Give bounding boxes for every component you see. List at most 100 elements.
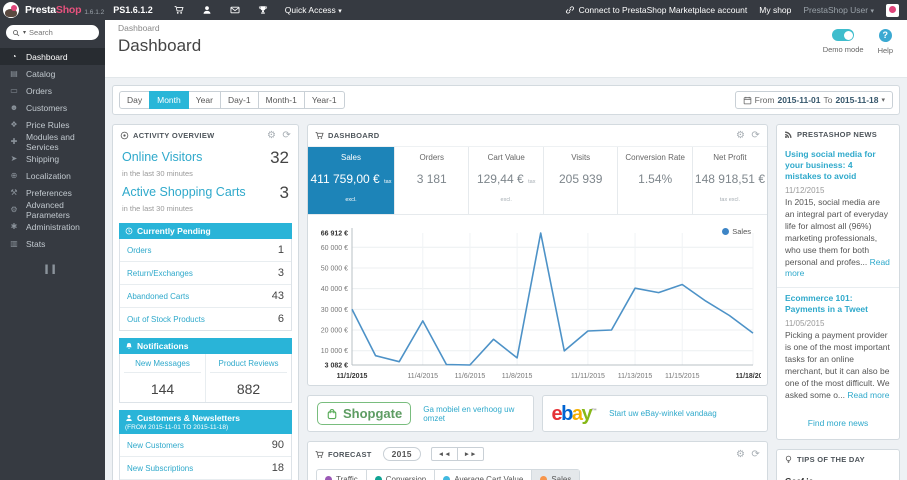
list-item[interactable]: Out of Stock Products 6 — [120, 308, 291, 330]
kpi-sales[interactable]: Sales 411 759,00 € tax excl. — [308, 147, 394, 214]
filter-year-1-button[interactable]: Year-1 — [303, 91, 345, 109]
ebay-ad-link[interactable]: Start uw eBay-winkel vandaag — [609, 409, 717, 418]
shopgate-ad-link[interactable]: Ga mobiel en verhoog uw omzet — [423, 405, 523, 423]
online-visitors-link[interactable]: Online Visitors — [122, 150, 202, 164]
active-carts-link[interactable]: Active Shopping Carts — [122, 185, 246, 199]
trophy-icon[interactable] — [258, 5, 268, 15]
activity-overview-panel: ACTIVITY OVERVIEW ⚙ ⟳ Online Visitors 32 i… — [112, 124, 299, 480]
filter-year-button[interactable]: Year — [187, 91, 221, 109]
svg-text:11/1/2015: 11/1/2015 — [337, 373, 368, 380]
kpi-conversion-rate[interactable]: Conversion Rate 1.54% — [617, 147, 691, 214]
filter-day-1-button[interactable]: Day-1 — [219, 91, 259, 109]
demo-mode-toggle[interactable] — [832, 29, 855, 41]
search-input[interactable] — [29, 28, 93, 37]
news-article-title[interactable]: Using social media for your business: 4 … — [785, 149, 891, 182]
forecast-toggle-traffic[interactable]: Traffic — [317, 470, 366, 480]
forecast-toggle-average-cart-value[interactable]: Average Cart Value — [434, 470, 531, 480]
customers-icon: ☻ — [9, 103, 19, 112]
sidebar-collapse-button[interactable]: ▍▍ — [0, 265, 105, 274]
product-reviews-stat[interactable]: Product Reviews 882 — [205, 354, 291, 402]
kpi-net-profit[interactable]: Net Profit 148 918,51 € tax excl. — [691, 147, 767, 214]
forecast-prev-button[interactable]: ◄◄ — [430, 447, 458, 461]
list-item[interactable]: Orders 1 — [120, 239, 291, 262]
sidebar-item-customers[interactable]: ☻ Customers — [0, 99, 105, 116]
user-menu[interactable]: PrestaShop User ▾ — [803, 5, 874, 15]
help-icon[interactable]: ? — [878, 29, 892, 42]
rss-icon — [784, 130, 793, 139]
sales-chart-svg[interactable]: 3 082 € 10 000 € 20 000 € 30 000 € 40 000 € 5… — [312, 223, 761, 385]
shipping-icon: ➤ — [10, 154, 18, 163]
online-visitors-sub: in the last 30 minutes — [122, 169, 193, 178]
sidebar-item-administration[interactable]: ✱ Administration — [0, 218, 105, 235]
help-label: Help — [877, 46, 893, 55]
news-article-title[interactable]: Ecommerce 101: Payments in a Tweet — [785, 293, 891, 315]
customers-icon[interactable] — [202, 5, 212, 15]
forecast-next-button[interactable]: ►► — [456, 447, 484, 461]
page-header: Dashboard Dashboard Demo mode ? Help — [105, 20, 907, 78]
gear-icon[interactable]: ⚙ — [736, 130, 745, 141]
sidebar-item-localization[interactable]: ⊕ Localization — [0, 167, 105, 184]
currently-pending-list: Orders 1 Return/Exchanges 3 Abandoned Cart… — [119, 239, 292, 331]
prestashop-news-panel: PRESTASHOP NEWS Using social media for y… — [776, 124, 900, 440]
prestashop-logo[interactable] — [3, 2, 19, 18]
kpi-orders[interactable]: Orders 3 181 — [393, 147, 468, 214]
active-carts-value: 3 — [279, 183, 289, 202]
forecast-toggle-conversion[interactable]: Conversion — [365, 470, 434, 480]
gear-icon[interactable]: ⚙ — [736, 449, 745, 460]
sidebar-item-dashboard[interactable]: ◔ Dashboard — [0, 48, 105, 65]
new-messages-stat[interactable]: New Messages 144 — [120, 354, 205, 402]
read-more-link[interactable]: Read more — [847, 390, 889, 400]
brand: PrestaShop — [25, 4, 82, 16]
refresh-icon[interactable]: ⟳ — [282, 130, 291, 141]
news-article-excerpt: Picking a payment provider is one of the… — [785, 330, 890, 400]
sidebar-item-modules[interactable]: ✚ Modules and Services — [0, 132, 105, 152]
localization-icon: ⊕ — [10, 171, 18, 180]
svg-text:11/11/2015: 11/11/2015 — [571, 373, 605, 380]
list-item[interactable]: Return/Exchanges 3 — [120, 262, 291, 285]
svg-text:11/18/2015: 11/18/2015 — [736, 373, 761, 380]
cart-icon[interactable] — [174, 5, 184, 15]
quick-access-menu[interactable]: Quick Access ▾ — [285, 5, 342, 15]
marketplace-link[interactable]: Connect to PrestaShop Marketplace accoun… — [565, 5, 747, 15]
currently-pending-header: Currently Pending — [119, 223, 292, 239]
user-avatar[interactable] — [886, 3, 899, 17]
preferences-icon: ⚒ — [10, 188, 18, 197]
caret-down-icon[interactable]: ▾ — [23, 29, 26, 36]
bell-icon — [125, 342, 133, 350]
refresh-icon[interactable]: ⟳ — [751, 449, 760, 460]
sidebar-item-preferences[interactable]: ⚒ Preferences — [0, 184, 105, 201]
shopgate-logo: Shopgate — [317, 402, 412, 425]
caret-down-icon: ▾ — [338, 8, 342, 15]
my-shop-link[interactable]: My shop — [759, 5, 791, 15]
brand-shop: Shop — [55, 4, 82, 16]
list-item[interactable]: New Customers 90 — [120, 434, 291, 457]
filter-day-button[interactable]: Day — [119, 91, 151, 109]
refresh-icon[interactable]: ⟳ — [751, 130, 760, 141]
filter-month-button[interactable]: Month — [149, 91, 189, 109]
messages-icon[interactable] — [230, 5, 240, 15]
orders-icon: ▭ — [10, 86, 18, 95]
forecast-toggle-sales[interactable]: Sales — [531, 470, 580, 480]
sidebar-item-price-rules[interactable]: ❖ Price Rules — [0, 116, 105, 133]
list-item[interactable]: New Subscriptions 18 — [120, 457, 291, 480]
sidebar-item-orders[interactable]: ▭ Orders — [0, 82, 105, 99]
sidebar-item-shipping[interactable]: ➤ Shipping — [0, 150, 105, 167]
filter-month-1-button[interactable]: Month-1 — [257, 91, 305, 109]
kpi-visits[interactable]: Visits 205 939 — [542, 147, 617, 214]
sidebar-search[interactable]: ▾ — [6, 25, 99, 40]
dashboard-panel: DASHBOARD ⚙ ⟳ Sales 411 759,00 € tax excl.… — [307, 124, 768, 386]
gear-icon[interactable]: ⚙ — [267, 130, 276, 141]
demo-mode-control: Demo mode — [823, 29, 864, 55]
sidebar-item-stats[interactable]: ▥ Stats — [0, 235, 105, 252]
ebay-ad: ebay™ Start uw eBay-winkel vandaag — [541, 395, 768, 432]
legend-dot-icon — [722, 228, 730, 235]
sidebar-item-advanced-parameters[interactable]: ⚙ Advanced Parameters — [0, 200, 105, 220]
find-more-news-link[interactable]: Find more news — [777, 409, 899, 439]
forecast-legend: Traffic Conversion Average Cart Value Sa… — [316, 469, 581, 480]
list-item[interactable]: Abandoned Carts 43 — [120, 285, 291, 308]
forecast-year[interactable]: 2015 — [382, 447, 421, 461]
sidebar-item-catalog[interactable]: ▤ Catalog — [0, 65, 105, 82]
date-range-picker[interactable]: From 2015-11-01 To 2015-11-18 ▾ — [734, 91, 893, 109]
kpi-cart-value[interactable]: Cart Value 129,44 € tax excl. — [468, 147, 542, 214]
sidebar: ▾ ◔Dashboard ▤Catalog ▭Orders ☻Customers… — [0, 20, 105, 480]
